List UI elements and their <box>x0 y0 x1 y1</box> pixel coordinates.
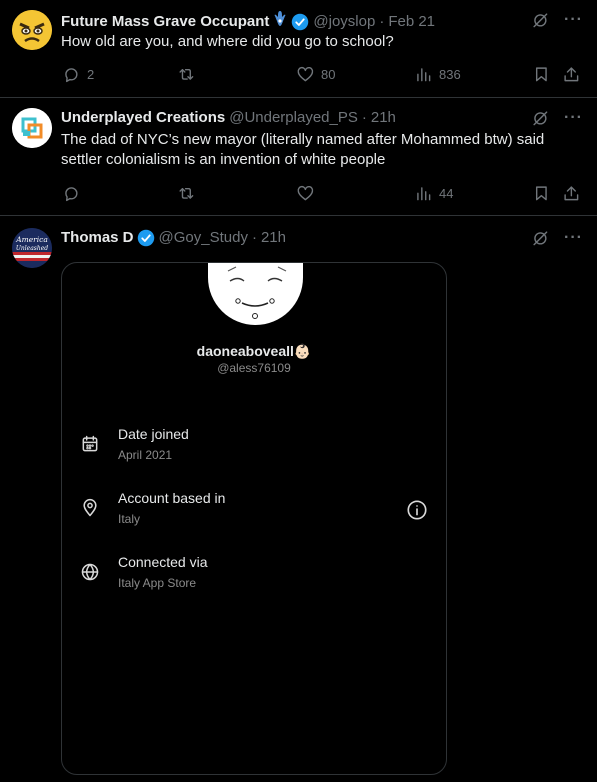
avatar-text-2: Unleashed <box>16 245 48 252</box>
share-button[interactable] <box>561 64 581 84</box>
share-icon <box>561 64 581 84</box>
timestamp[interactable]: Feb 21 <box>388 12 435 32</box>
tweet-top-actions: ··· <box>530 10 583 30</box>
views-button[interactable]: 836 <box>413 64 461 84</box>
reply-button[interactable]: 2 <box>61 64 94 84</box>
tweet-header: Thomas D @Goy_Study · 21h <box>61 228 286 248</box>
embedded-image-card[interactable]: daoneaboveall👶🏻 @aless76109 Date joined … <box>61 262 447 775</box>
info-row-account-based-in: Account based in Italy <box>80 490 428 532</box>
share-icon <box>561 183 581 203</box>
retweet-icon <box>176 64 196 84</box>
reply-button[interactable] <box>61 183 81 203</box>
handle[interactable]: @joyslop <box>313 12 375 32</box>
tweet-text: The dad of NYC’s new mayor (literally na… <box>61 131 545 168</box>
info-row-connected-via: Connected via Italy App Store <box>80 554 428 596</box>
handle[interactable]: @Goy_Study <box>159 228 248 248</box>
grok-icon[interactable] <box>530 108 550 128</box>
row-label: Connected via <box>118 554 208 570</box>
globe-icon <box>80 562 100 582</box>
tweet-2[interactable]: Underplayed Creations @Underplayed_PS · … <box>0 98 597 216</box>
baby-emoji-icon: 👶🏻 <box>293 343 312 359</box>
reply-icon <box>61 183 81 203</box>
display-name[interactable]: Underplayed Creations <box>61 108 225 128</box>
info-row-date-joined: Date joined April 2021 <box>80 426 428 468</box>
handle[interactable]: @Underplayed_PS <box>229 108 358 128</box>
display-name[interactable]: Future Mass Grave Occupant <box>61 12 269 32</box>
grok-icon[interactable] <box>530 228 550 248</box>
display-name[interactable]: Thomas D <box>61 228 134 248</box>
view-count: 44 <box>439 185 454 201</box>
more-options-icon[interactable]: ··· <box>564 109 583 127</box>
timestamp[interactable]: 21h <box>261 228 286 248</box>
tweet-top-actions: ··· <box>530 108 583 128</box>
verified-badge-icon[interactable] <box>291 13 309 31</box>
verified-badge-icon[interactable] <box>137 229 155 247</box>
views-button[interactable]: 44 <box>413 183 453 203</box>
bookmark-button[interactable] <box>531 183 551 203</box>
separator: · <box>251 229 257 246</box>
views-bar-chart-icon <box>413 183 433 203</box>
calendar-icon <box>80 434 100 454</box>
row-value: April 2021 <box>118 448 173 462</box>
bookmark-button[interactable] <box>531 64 551 84</box>
avatar-text-1: America <box>15 235 48 244</box>
tweet-top-actions: ··· <box>530 228 583 248</box>
views-bar-chart-icon <box>413 64 433 84</box>
avatar[interactable] <box>12 108 52 148</box>
heart-icon <box>295 183 315 203</box>
info-icon[interactable] <box>406 499 428 521</box>
tweet-actions: 44 <box>61 183 583 203</box>
profile-avatar-drawing <box>208 263 303 325</box>
tweet-header: Underplayed Creations @Underplayed_PS · … <box>61 108 396 128</box>
profile-handle: @aless76109 <box>217 361 291 375</box>
row-value: Italy <box>118 512 141 526</box>
reply-count: 2 <box>87 66 95 82</box>
location-pin-icon <box>80 498 100 518</box>
hamsa-emoji-icon <box>272 10 288 34</box>
avatar[interactable]: America Unleashed <box>12 228 52 268</box>
retweet-button[interactable] <box>176 64 196 84</box>
tweet-1[interactable]: Future Mass Grave Occupant @joyslop · Fe… <box>0 0 597 98</box>
bookmark-icon <box>531 183 551 203</box>
like-count: 80 <box>321 66 336 82</box>
more-options-icon[interactable]: ··· <box>564 11 583 29</box>
view-count: 836 <box>439 66 461 82</box>
tweet-text: How old are you, and where did you go to… <box>61 33 394 50</box>
tweet-actions: 2 80 836 <box>61 64 583 84</box>
profile-name: daoneaboveall👶🏻 <box>62 343 446 360</box>
timestamp[interactable]: 21h <box>371 108 396 128</box>
heart-icon <box>295 64 315 84</box>
like-button[interactable] <box>295 183 315 203</box>
share-button[interactable] <box>561 183 581 203</box>
bookmark-icon <box>531 64 551 84</box>
like-button[interactable]: 80 <box>295 64 335 84</box>
retweet-icon <box>176 183 196 203</box>
tweet-header: Future Mass Grave Occupant @joyslop · Fe… <box>61 10 435 34</box>
separator: · <box>361 109 367 126</box>
profile-name-text: daoneaboveall <box>196 343 294 359</box>
more-options-icon[interactable]: ··· <box>564 229 583 247</box>
row-value: Italy App Store <box>118 576 197 590</box>
reply-icon <box>61 64 81 84</box>
separator: · <box>379 13 385 30</box>
avatar[interactable] <box>12 10 52 50</box>
retweet-button[interactable] <box>176 183 196 203</box>
row-label: Account based in <box>118 490 226 506</box>
row-label: Date joined <box>118 426 189 442</box>
grok-icon[interactable] <box>530 10 550 30</box>
